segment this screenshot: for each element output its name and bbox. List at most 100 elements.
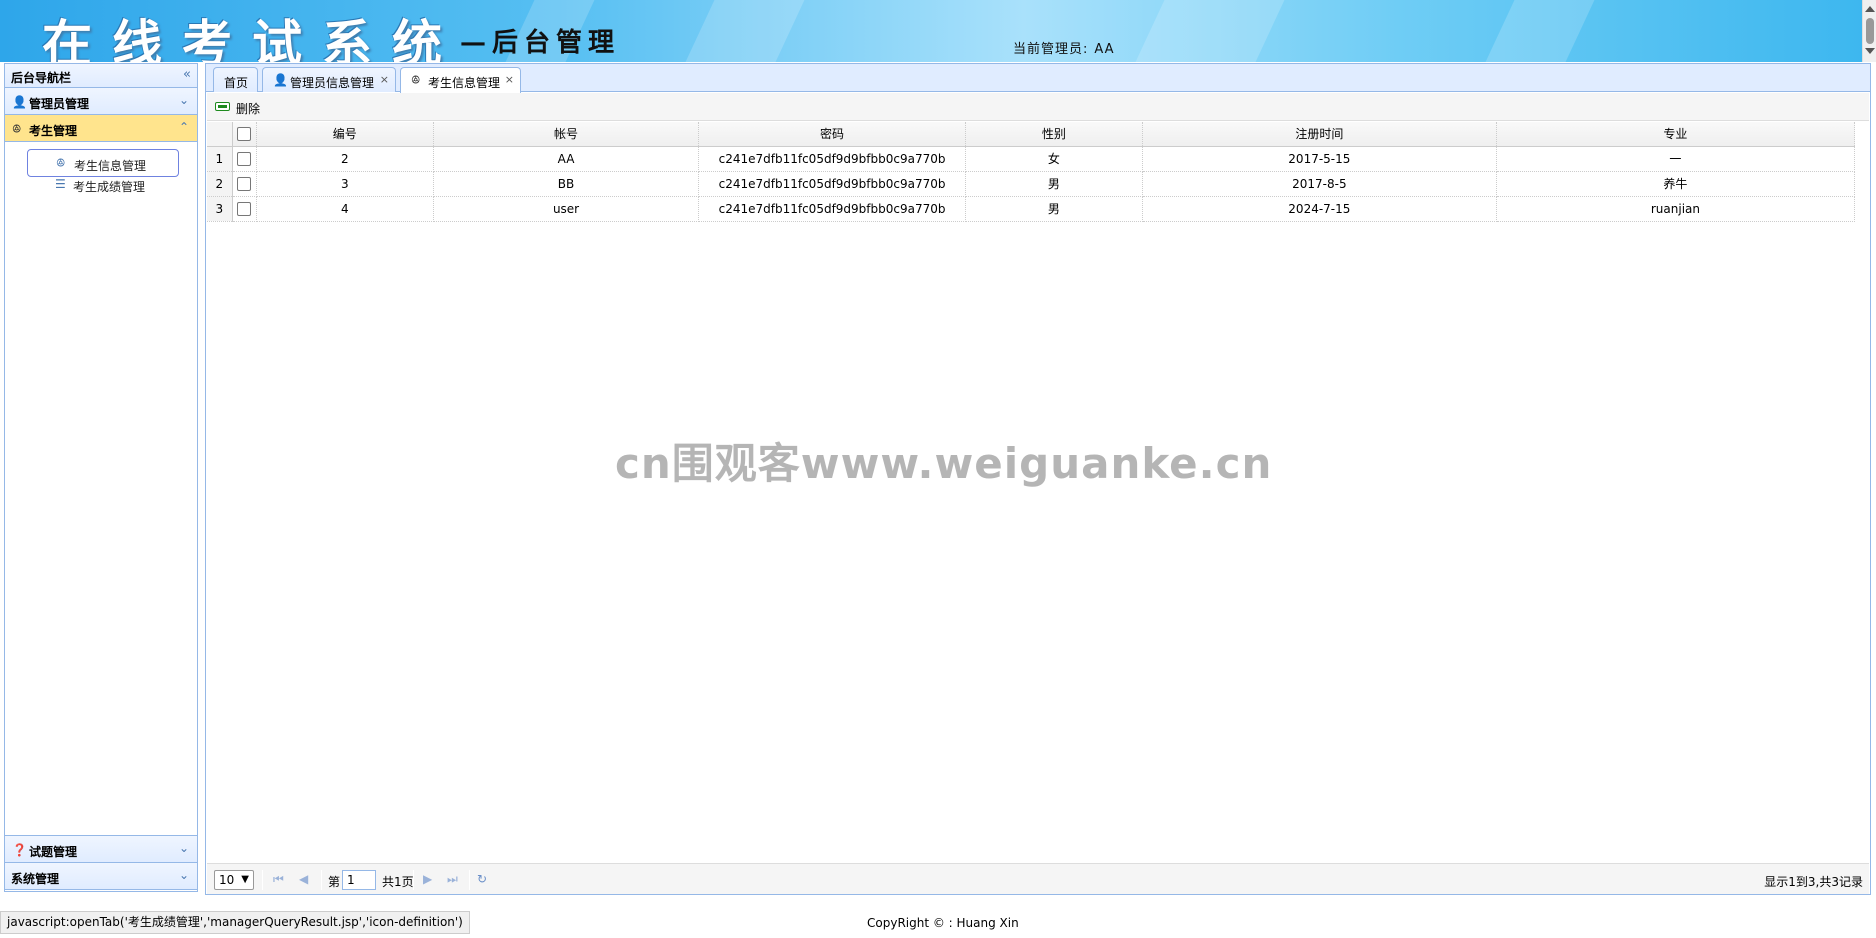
next-page-icon[interactable]: ▶ (423, 872, 432, 886)
watermark: cn围观客www.weiguanke.cn (615, 439, 1273, 488)
section-label: 系统管理 (11, 872, 60, 886)
page-size-value: 10 (219, 873, 235, 887)
collapse-up-icon[interactable]: ⌃ (179, 120, 189, 134)
tab-student-info[interactable]: ꔮ 考生信息管理 × (400, 67, 521, 93)
pager-separator (262, 870, 263, 890)
header-decoration (1485, 0, 1595, 62)
pagination-bar: 10 ▼ ⏮ ◀ 第 1 共1页 ▶ ⏭ ↻ 显示1到3,共3记录 (207, 863, 1869, 894)
remove-icon (215, 102, 230, 111)
column-header[interactable]: 编号 (256, 122, 434, 147)
nav-panel: 后台导航栏 « 👤 管理员管理 ⌄ ꔮ 考生管理 ⌃ ꔮ 考生信息管理 ☰ 考生… (4, 63, 198, 892)
page-size-select[interactable]: 10 ▼ (214, 870, 254, 890)
refresh-icon[interactable]: ↻ (477, 872, 487, 886)
scroll-thumb[interactable] (1866, 18, 1874, 44)
pager-separator (469, 870, 470, 890)
chevron-down-icon: ▼ (241, 874, 249, 885)
last-page-icon[interactable]: ⏭ (447, 872, 458, 887)
cell-password: c241e7dfb11fc05df9d9bfbb0c9a770b (698, 171, 966, 197)
expand-icon[interactable]: ⌄ (179, 841, 189, 855)
section-question-management[interactable]: ❓ 试题管理 ⌄ (5, 836, 197, 863)
column-header[interactable]: 性别 (965, 122, 1143, 147)
cell-account: user (433, 196, 700, 222)
cell-gender: 男 (965, 196, 1143, 222)
cell-gender: 女 (965, 146, 1143, 172)
page-prefix: 第 (328, 875, 341, 889)
tab-label: 管理员信息管理 (290, 76, 375, 90)
current-admin-name: AA (1094, 42, 1115, 57)
cell-major: 一 (1496, 146, 1856, 172)
nav-panel-title: 后台导航栏 (11, 71, 72, 85)
page-scrollbar[interactable] (1862, 0, 1876, 62)
column-header[interactable]: 注册时间 (1142, 122, 1497, 147)
pager-separator (413, 870, 414, 890)
nav-link-label: 考生成绩管理 (73, 180, 146, 194)
student-grid: 编号 帐号 密码 性别 注册时间 专业 1 2 AA c241e7dfb11fc… (207, 122, 1867, 222)
close-icon[interactable]: × (380, 73, 389, 86)
row-select-cell (232, 146, 257, 172)
scroll-down-icon[interactable] (1865, 48, 1875, 54)
first-page-icon[interactable]: ⏮ (273, 872, 284, 887)
browser-status-bar: javascript:openTab('考生成绩管理','managerQuer… (0, 911, 470, 934)
user-icon: 👤 (273, 73, 288, 87)
students-icon: ꔮ (56, 156, 66, 170)
section-student-body: ꔮ 考生信息管理 ☰ 考生成绩管理 (5, 142, 197, 836)
section-label: 考生管理 (29, 124, 78, 138)
cell-reg-time: 2017-5-15 (1142, 146, 1497, 172)
select-all-cell (232, 122, 257, 147)
column-header[interactable]: 密码 (698, 122, 966, 147)
column-header[interactable]: 帐号 (433, 122, 700, 147)
page-total: 共1页 (382, 875, 414, 889)
help-icon: ❓ (12, 843, 27, 857)
cell-major: ruanjian (1496, 196, 1856, 222)
tab-label: 首页 (224, 76, 249, 90)
table-row[interactable]: 3 4 user c241e7dfb11fc05df9d9bfbb0c9a770… (207, 196, 1856, 222)
app-subtitle: —后台管理 (460, 28, 621, 58)
expand-icon[interactable]: ⌄ (179, 868, 189, 882)
table-row[interactable]: 1 2 AA c241e7dfb11fc05df9d9bfbb0c9a770b … (207, 146, 1856, 172)
students-icon: ꔮ (12, 122, 22, 136)
copyright: CopyRight © : Huang Xin (867, 916, 1019, 930)
close-icon[interactable]: × (505, 73, 514, 86)
select-all-checkbox[interactable] (237, 127, 252, 141)
tabs-bar: 首页 👤 管理员信息管理 × ꔮ 考生信息管理 × (206, 64, 1870, 93)
cell-id: 4 (256, 196, 434, 222)
grid-toolbar: 删除 (207, 93, 1869, 121)
expand-icon[interactable]: ⌄ (179, 93, 189, 107)
prev-page-icon[interactable]: ◀ (299, 872, 308, 886)
cell-major: 养牛 (1496, 171, 1856, 197)
column-header[interactable]: 专业 (1496, 122, 1856, 147)
row-number: 2 (207, 171, 233, 197)
cell-gender: 男 (965, 171, 1143, 197)
section-system-management[interactable]: 系统管理 ⌄ (5, 863, 197, 890)
delete-label: 删除 (236, 102, 261, 116)
cell-password: c241e7dfb11fc05df9d9bfbb0c9a770b (698, 146, 966, 172)
row-number: 3 (207, 196, 233, 222)
cell-reg-time: 2017-8-5 (1142, 171, 1497, 197)
cell-id: 2 (256, 146, 434, 172)
collapse-left-icon[interactable]: « (183, 67, 191, 82)
user-icon: 👤 (12, 95, 27, 109)
current-admin: 当前管理员: AA (1013, 38, 1115, 57)
nav-link-student-scores[interactable]: ☰ 考生成绩管理 (27, 171, 179, 199)
page-number-input[interactable]: 1 (342, 870, 376, 890)
app-header: 在线考试系统 —后台管理 当前管理员: AA (0, 0, 1862, 62)
cell-password: c241e7dfb11fc05df9d9bfbb0c9a770b (698, 196, 966, 222)
row-checkbox[interactable] (237, 176, 252, 191)
section-student-management[interactable]: ꔮ 考生管理 ⌃ (5, 115, 197, 142)
row-select-cell (232, 171, 257, 197)
section-admin-management[interactable]: 👤 管理员管理 ⌄ (5, 88, 197, 115)
rownum-header (207, 122, 233, 147)
table-row[interactable]: 2 3 BB c241e7dfb11fc05df9d9bfbb0c9a770b … (207, 171, 1856, 197)
header-decoration (1135, 0, 1285, 62)
row-checkbox[interactable] (237, 151, 252, 166)
tab-admin-info[interactable]: 👤 管理员信息管理 × (262, 67, 396, 92)
tab-home[interactable]: 首页 (213, 67, 258, 92)
app-title: 在线考试系统 (42, 14, 462, 62)
cell-account: BB (433, 171, 700, 197)
section-label: 试题管理 (29, 845, 78, 859)
header-decoration (685, 0, 805, 62)
row-checkbox[interactable] (237, 201, 252, 216)
scroll-up-icon[interactable] (1865, 6, 1875, 12)
section-label: 管理员管理 (29, 97, 90, 111)
student-table: 编号 帐号 密码 性别 注册时间 专业 1 2 AA c241e7dfb11fc… (207, 122, 1856, 222)
